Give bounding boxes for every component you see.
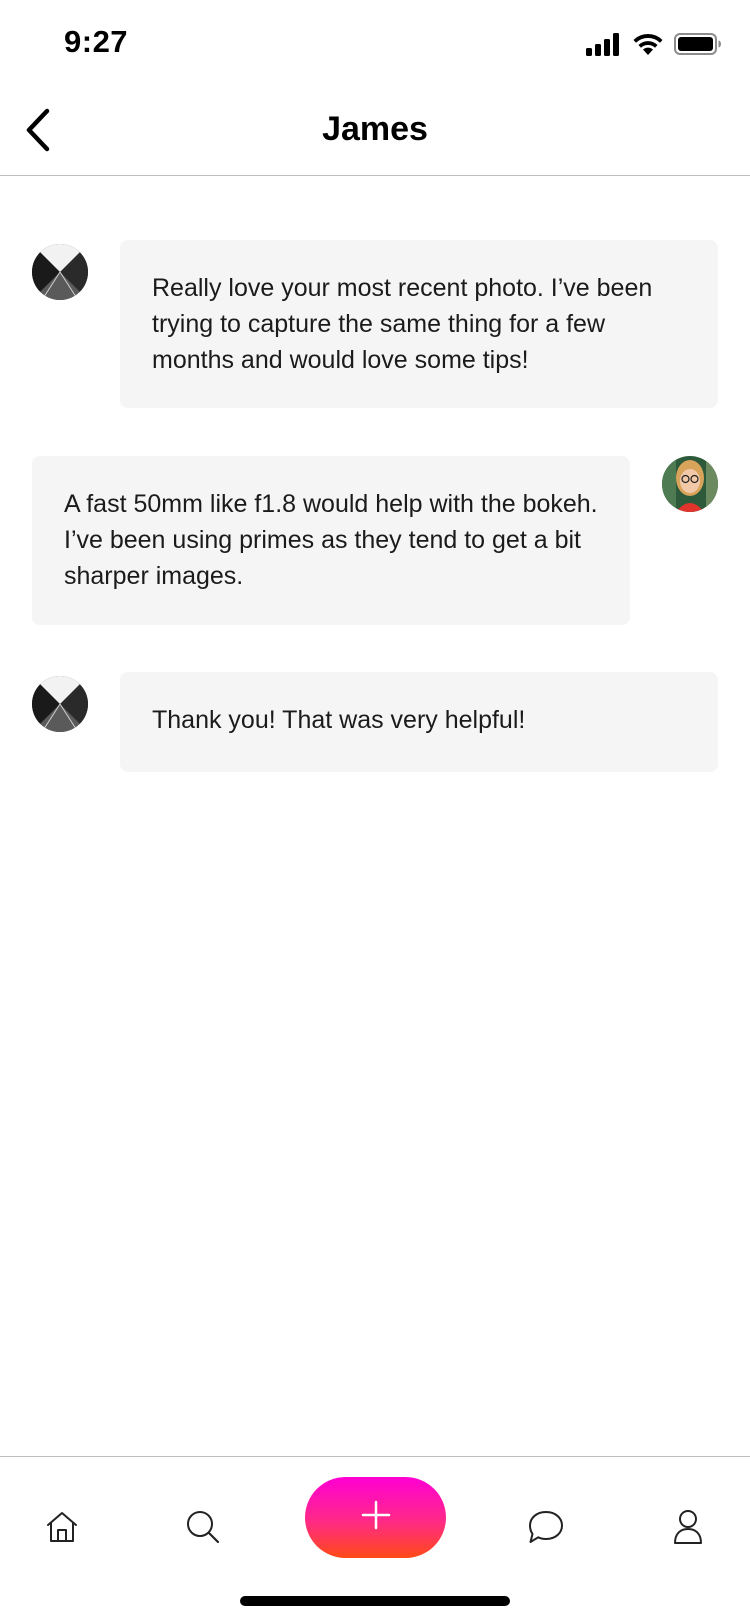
tab-home[interactable] <box>30 1497 94 1561</box>
page-title: James <box>322 110 428 148</box>
cellular-signal-icon <box>586 32 622 61</box>
chat-bubble-icon <box>527 1509 565 1550</box>
message-bubble-outgoing: A fast 50mm like f1.8 would help with th… <box>32 456 630 625</box>
tab-profile[interactable] <box>656 1497 720 1561</box>
avatar[interactable] <box>32 676 88 732</box>
create-button[interactable] <box>305 1477 446 1558</box>
home-icon <box>45 1510 79 1549</box>
avatar[interactable] <box>662 456 718 512</box>
status-icons <box>586 32 722 61</box>
tab-messages[interactable] <box>514 1497 578 1561</box>
nav-header: James <box>0 88 750 176</box>
battery-icon <box>674 32 722 61</box>
message-bubble-incoming: Really love your most recent photo. I’ve… <box>120 240 718 408</box>
message-bubble-incoming: Thank you! That was very helpful! <box>120 672 718 772</box>
user-icon <box>672 1509 704 1550</box>
tab-search[interactable] <box>171 1497 235 1561</box>
home-indicator[interactable] <box>240 1596 510 1606</box>
wifi-icon <box>632 32 664 61</box>
plus-icon <box>361 1500 391 1535</box>
status-time: 9:27 <box>64 24 129 59</box>
search-icon <box>185 1509 221 1550</box>
status-bar: 9:27 <box>0 0 750 88</box>
avatar[interactable] <box>32 244 88 300</box>
